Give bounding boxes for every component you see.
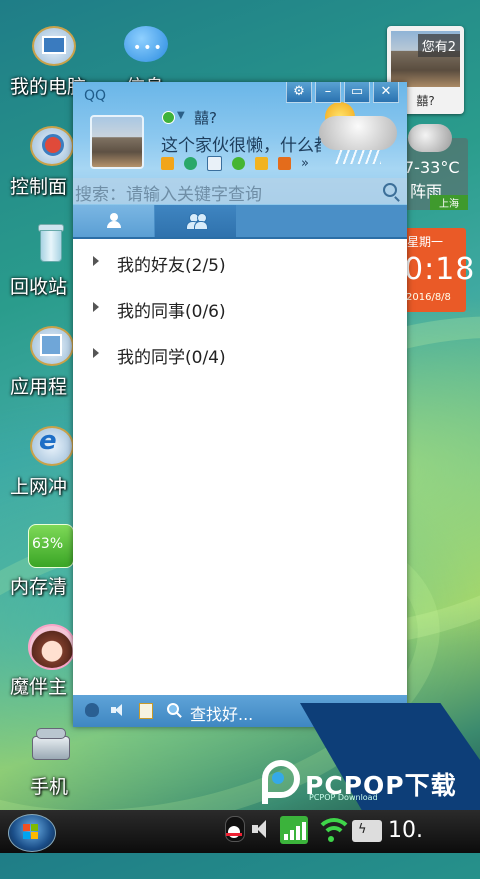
memory-percent-badge: 63% [32,536,64,552]
wallet-icon[interactable] [278,157,291,170]
contact-tabs [73,205,407,239]
recycle-bin-icon [28,222,72,266]
window-controls: ⚙ – ▭ ✕ [283,82,399,103]
signal-strength-icon [280,816,308,844]
taskbar-clock[interactable]: 10. [388,818,423,843]
tab-groups[interactable] [155,205,236,237]
weather-cloud-icon [315,100,407,170]
expand-arrow-icon [93,302,99,312]
contact-group[interactable]: 我的同学(0/4) [73,331,407,377]
message-bubble-icon: ••• [124,22,168,66]
qq-window-title: QQ [84,88,107,104]
taskbar: ϟ 10. [0,810,480,853]
two-persons-icon [186,213,208,230]
clock-widget[interactable]: 星期一 0:18 2016/8/8 [402,228,474,312]
chevron-down-icon[interactable]: ▼ [177,110,185,121]
contact-group-label: 我的同事(0/6) [117,302,226,322]
control-panel-icon [28,122,74,166]
internet-explorer-icon: e [28,422,74,466]
contact-group-list: 我的好友(2/5) 我的同事(0/6) 我的同学(0/4) [73,239,407,377]
apps-icon [28,322,74,366]
settings-gear-icon[interactable]: ⚙ [286,82,312,103]
refresh-icon[interactable] [184,157,197,170]
clock-date: 2016/8/8 [406,292,451,303]
contact-group[interactable]: 我的好友(2/5) [73,239,407,285]
watermark-subtitle: PCPOP Download [309,793,378,802]
contact-group[interactable]: 我的同事(0/6) [73,285,407,331]
rain-cloud-icon [408,124,452,152]
weather-city: 上海 [430,195,468,210]
shopping-cart-icon[interactable] [255,157,268,170]
mail-icon[interactable] [207,156,222,171]
search-icon[interactable] [167,703,182,718]
maximize-button[interactable]: ▭ [344,82,370,103]
telephone-icon [28,722,72,766]
desktop-icon-label: 手机 [30,776,69,798]
contact-group-label: 我的好友(2/5) [117,256,226,276]
computer-icon [30,22,76,66]
weather-widget[interactable]: 7-33°C 阵雨 上海 [400,124,468,210]
windows-logo-icon [23,824,39,840]
minimize-button[interactable]: – [315,82,341,103]
find-friends-button[interactable]: 查找好... [190,701,253,725]
single-person-icon [107,213,121,229]
volume-icon[interactable] [252,816,272,842]
user-nickname: 囍? [194,109,217,127]
expand-arrow-icon [93,256,99,266]
battery-icon: ϟ [352,820,382,842]
clock-time: 0:18 [404,252,476,287]
sound-icon[interactable] [111,703,125,717]
expand-arrow-icon [93,348,99,358]
contact-group-label: 我的同学(0/4) [117,348,226,368]
search-input[interactable]: 搜索：请输入关键字查询 [75,180,262,205]
search-icon[interactable] [383,183,397,197]
desktop-icon-phone[interactable]: 手机 [0,722,100,799]
clock-weekday: 星期一 [407,235,444,249]
close-button[interactable]: ✕ [373,82,399,103]
wifi-icon [314,816,353,844]
memory-cleaner-icon: 63% [28,522,74,568]
notes-icon[interactable] [139,703,153,719]
photo-widget-notice: 您有2 [417,34,460,57]
more-chevron-icon[interactable]: » [301,156,309,171]
user-signature[interactable]: 这个家伙很懒，什么都 [161,131,321,156]
start-button[interactable] [8,814,56,852]
clover-icon[interactable] [232,157,245,170]
qzone-star-icon[interactable] [161,157,174,170]
qq-penguin-icon[interactable] [223,816,245,842]
pcpop-logo-icon [258,758,300,806]
user-avatar[interactable] [90,115,144,169]
tab-friends[interactable] [73,205,154,237]
avatar-girl-icon [28,622,76,670]
qq-header: QQ ⚙ – ▭ ✕ ▼ 囍? 这个家伙很懒，什么都 » 搜索：请输入关键字查询 [73,82,407,206]
weather-temperature: 7-33°C [404,158,460,177]
search-bar[interactable]: 搜索：请输入关键字查询 [73,178,407,205]
main-menu-penguin-icon[interactable] [85,703,99,717]
online-status-icon[interactable] [162,111,175,124]
qq-window: QQ ⚙ – ▭ ✕ ▼ 囍? 这个家伙很懒，什么都 » 搜索：请输入关键字查询 [73,82,407,727]
quick-toolbar: » [161,156,309,171]
